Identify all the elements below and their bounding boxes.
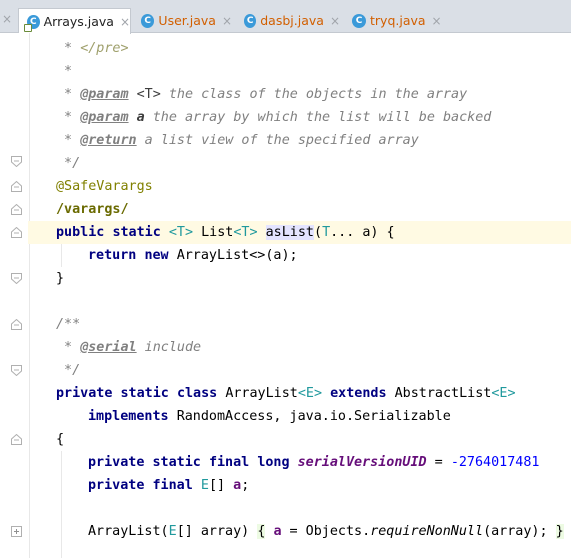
code-line: } (56, 271, 65, 286)
code-line: * @param a the array by which the list w… (56, 110, 492, 125)
code-line: */ (56, 363, 81, 378)
close-icon[interactable]: × (432, 14, 442, 28)
code-line: { (56, 432, 65, 447)
editor-tab-bar: × C Arrays.java × C User.java × C dasbj.… (0, 0, 571, 34)
fold-start-icon[interactable] (11, 204, 22, 215)
tab-label: dasbj.java (260, 13, 324, 28)
close-icon[interactable]: × (2, 12, 12, 26)
fold-start-icon[interactable] (11, 434, 22, 445)
fold-end-icon[interactable] (11, 156, 22, 167)
code-line: /varargs/ (56, 202, 129, 217)
tab-tryq-java[interactable]: C tryq.java × (344, 8, 444, 33)
code-line: * @return a list view of the specified a… (56, 133, 419, 148)
code-line: public static <T> List<T> asList(T... a)… (56, 225, 395, 240)
code-line: return new ArrayList<>(a); (88, 248, 298, 263)
code-line: private static final long serialVersionU… (88, 455, 540, 470)
tab-label: Arrays.java (43, 14, 114, 29)
code-line: * @param <T> the class of the objects in… (56, 87, 468, 102)
fold-start-icon[interactable] (11, 227, 22, 238)
fold-start-icon[interactable] (11, 319, 22, 330)
code-line: private static class ArrayList<E> extend… (56, 386, 516, 401)
code-line: implements RandomAccess, java.io.Seriali… (88, 409, 451, 424)
code-line: ArrayList(E[] array) { a = Objects.requi… (88, 524, 564, 539)
fold-end-icon[interactable] (11, 365, 22, 376)
code-line: */ (56, 156, 81, 171)
code-line: /** (56, 317, 81, 332)
tab-dasbj-java[interactable]: C dasbj.java × (236, 8, 340, 33)
code-line: private final E[] a; (88, 478, 250, 493)
close-icon[interactable]: × (120, 15, 130, 29)
code-editor[interactable]: * </pre> * * @param <T> the class of the… (28, 33, 571, 558)
tab-arrays-java[interactable]: C Arrays.java × (18, 8, 131, 34)
editor-gutter (0, 33, 30, 558)
class-icon: C (244, 13, 257, 28)
fold-end-icon[interactable] (11, 273, 22, 284)
previous-tab-stub[interactable]: × (0, 8, 18, 33)
close-icon[interactable]: × (330, 14, 340, 28)
tab-user-java[interactable]: C User.java × (133, 8, 232, 33)
tab-label: User.java (158, 13, 216, 28)
code-line: @SafeVarargs (56, 179, 153, 194)
class-icon: C (141, 13, 155, 28)
code-line: * </pre> (56, 41, 129, 56)
code-line: * (56, 64, 73, 79)
class-icon: C (352, 13, 366, 28)
code-line: * @serial include (56, 340, 202, 355)
expand-icon[interactable] (11, 526, 22, 537)
indent-guide (61, 244, 62, 267)
close-icon[interactable]: × (222, 14, 232, 28)
class-icon: C (24, 14, 40, 32)
fold-start-icon[interactable] (11, 181, 22, 192)
tab-label: tryq.java (370, 13, 426, 28)
indent-guide (61, 451, 62, 558)
